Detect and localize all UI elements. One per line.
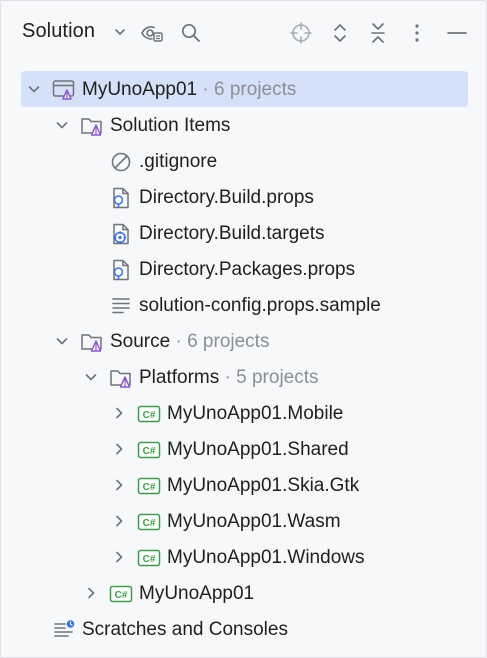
tree-row-project-mobile[interactable]: C# MyUnoApp01.Mobile <box>21 395 468 431</box>
solution-folder-icon <box>110 370 131 388</box>
chevron-right-icon[interactable] <box>111 513 127 529</box>
search-icon[interactable] <box>179 21 203 45</box>
tree-label-solution-root: MyUnoApp01 · 6 projects <box>82 79 297 100</box>
tree-row-solution-root[interactable]: MyUnoApp01 · 6 projects <box>21 71 468 107</box>
ignore-file-icon <box>111 152 131 172</box>
tree-label-project-main: MyUnoApp01 <box>139 583 255 604</box>
solution-icon <box>52 80 75 100</box>
tree-label-solution-items: Solution Items <box>110 115 231 136</box>
svg-text:C#: C# <box>143 410 156 421</box>
more-vertical-icon[interactable] <box>405 21 429 45</box>
solution-folder-icon <box>81 334 102 352</box>
svg-text:C#: C# <box>143 482 156 493</box>
tree-label-source: Source · 6 projects <box>110 331 270 352</box>
tree-row-solution-config-sample[interactable]: solution-config.props.sample <box>21 287 468 323</box>
chevron-down-icon[interactable] <box>26 81 42 97</box>
tree-label-project-mobile: MyUnoApp01.Mobile <box>167 403 344 424</box>
tree-row-source[interactable]: Source · 6 projects <box>21 323 468 359</box>
tree-label-project-wasm: MyUnoApp01.Wasm <box>167 511 341 532</box>
locate-icon[interactable] <box>289 21 313 45</box>
tree-label-gitignore: .gitignore <box>139 151 218 172</box>
tree-label-project-windows: MyUnoApp01.Windows <box>167 547 365 568</box>
eye-settings-icon[interactable] <box>140 21 164 45</box>
expand-all-icon[interactable] <box>328 21 352 45</box>
csharp-project-icon: C# <box>137 405 161 423</box>
panel-toolbar: Solution <box>1 1 486 65</box>
tree-label-directory-packages-props: Directory.Packages.props <box>139 259 356 280</box>
tree-row-project-main[interactable]: C# MyUnoApp01 <box>21 575 468 611</box>
csharp-project-icon: C# <box>137 513 161 531</box>
chevron-down-icon[interactable] <box>112 24 128 40</box>
svg-text:C#: C# <box>143 554 156 565</box>
chevron-right-icon[interactable] <box>111 405 127 421</box>
chevron-right-icon[interactable] <box>111 549 127 565</box>
chevron-right-icon[interactable] <box>83 585 99 601</box>
minimize-icon[interactable] <box>445 21 469 45</box>
svg-text:C#: C# <box>115 590 128 601</box>
props-file-icon <box>113 187 129 209</box>
text-file-icon <box>112 298 130 314</box>
chevron-right-icon[interactable] <box>111 477 127 493</box>
tree-label-solution-config-sample: solution-config.props.sample <box>139 295 381 316</box>
collapse-all-icon[interactable] <box>366 21 390 45</box>
tree-row-project-shared[interactable]: C# MyUnoApp01.Shared <box>21 431 468 467</box>
chevron-down-icon[interactable] <box>54 333 70 349</box>
chevron-right-icon[interactable] <box>111 441 127 457</box>
tree-label-project-shared: MyUnoApp01.Shared <box>167 439 349 460</box>
tree-row-project-windows[interactable]: C# MyUnoApp01.Windows <box>21 539 468 575</box>
tree-row-platforms[interactable]: Platforms · 5 projects <box>21 359 468 395</box>
tree-label-project-skia-gtk: MyUnoApp01.Skia.Gtk <box>167 475 360 496</box>
tree-label-platforms: Platforms · 5 projects <box>139 367 319 388</box>
panel-title[interactable]: Solution <box>22 20 95 43</box>
tree-row-project-skia-gtk[interactable]: C# MyUnoApp01.Skia.Gtk <box>21 467 468 503</box>
tree-row-solution-items[interactable]: Solution Items <box>21 107 468 143</box>
chevron-down-icon[interactable] <box>83 369 99 385</box>
csharp-project-icon: C# <box>137 441 161 459</box>
tree-label-directory-build-props: Directory.Build.props <box>139 187 314 208</box>
tree-row-directory-packages-props[interactable]: Directory.Packages.props <box>21 251 468 287</box>
tree-row-project-wasm[interactable]: C# MyUnoApp01.Wasm <box>21 503 468 539</box>
solution-panel: Solution MyUnoApp01 · 6 projects Solutio… <box>0 0 487 658</box>
tree-label-scratches: Scratches and Consoles <box>82 619 288 640</box>
csharp-project-icon: C# <box>109 585 133 603</box>
csharp-project-icon: C# <box>137 477 161 495</box>
scratches-icon <box>54 620 75 637</box>
targets-file-icon <box>113 223 129 245</box>
chevron-down-icon[interactable] <box>54 117 70 133</box>
csharp-project-icon: C# <box>137 549 161 567</box>
tree-row-scratches[interactable]: Scratches and Consoles <box>21 611 468 647</box>
svg-text:C#: C# <box>143 446 156 457</box>
tree-row-gitignore[interactable]: .gitignore <box>21 143 468 179</box>
svg-text:C#: C# <box>143 518 156 529</box>
tree-label-directory-build-targets: Directory.Build.targets <box>139 223 325 244</box>
solution-folder-icon <box>81 118 102 136</box>
tree-row-directory-build-targets[interactable]: Directory.Build.targets <box>21 215 468 251</box>
props-file-icon <box>113 259 129 281</box>
tree-row-directory-build-props[interactable]: Directory.Build.props <box>21 179 468 215</box>
